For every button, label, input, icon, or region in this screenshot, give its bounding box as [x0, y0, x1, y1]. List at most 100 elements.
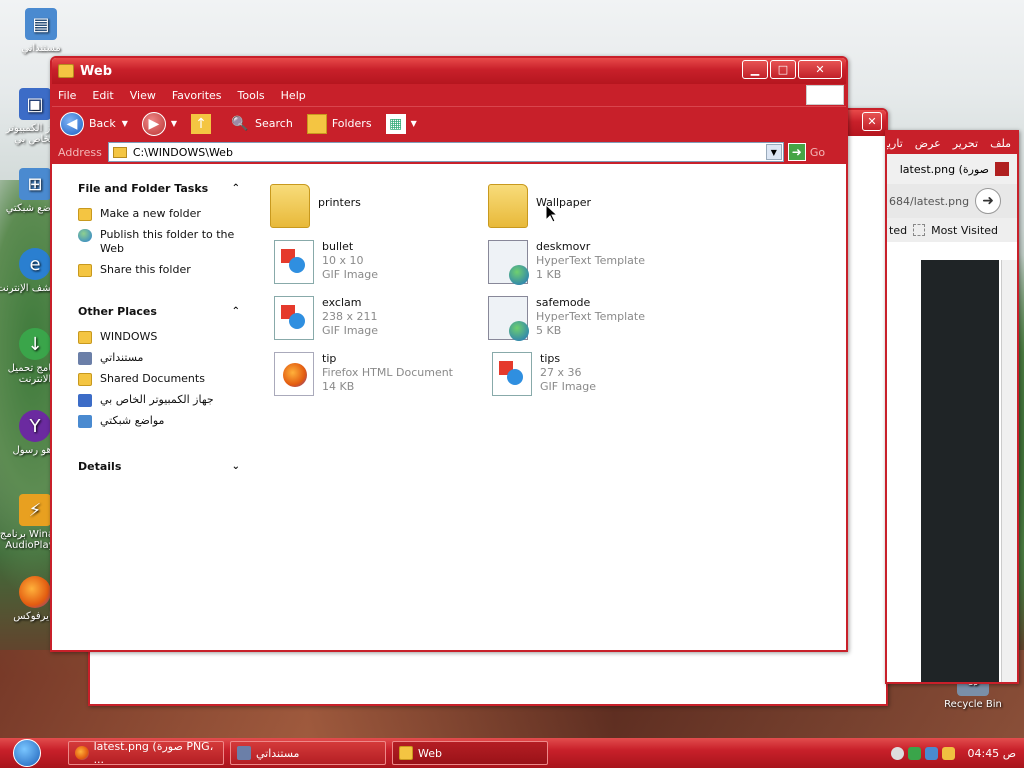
firefox-tab[interactable]: latest.png (صورة [887, 154, 1017, 184]
my-documents-icon [78, 352, 92, 365]
folder-icon [78, 331, 92, 344]
forward-dropdown-icon[interactable]: ▼ [171, 119, 177, 128]
search-icon: 🔍 [231, 115, 249, 132]
download-manager-icon: ↓ [19, 328, 51, 360]
menu-view[interactable]: View [130, 89, 156, 102]
taskbar-item-firefox[interactable]: latest.png (صورة PNG، ... [68, 740, 224, 766]
firefox-document-icon [274, 352, 314, 396]
folder-icon [399, 746, 413, 760]
network-icon [78, 415, 92, 428]
details-header[interactable]: Details ⌄ [78, 460, 240, 473]
back-arrow-icon: ◀ [60, 111, 84, 136]
place-shared-documents[interactable]: Shared Documents [78, 372, 240, 386]
tray-chevron-icon[interactable] [891, 746, 905, 760]
firefox-menu-file[interactable]: ملف [990, 137, 1011, 150]
other-places-section: Other Places ⌃ WINDOWS مستنداتي Shared D… [78, 305, 240, 428]
place-network-places[interactable]: مواضع شبكتي [78, 414, 240, 428]
firefox-urlbar[interactable]: 684/latest.png ➜ [887, 184, 1017, 218]
explorer-window[interactable]: Web ▁ □ ✕ File Edit View Favorites Tools… [50, 56, 848, 652]
go-arrow-icon[interactable]: ➜ [975, 188, 1002, 214]
back-button[interactable]: ◀ Back ▼ [60, 111, 128, 136]
folders-icon [306, 113, 327, 134]
file-list: printers Wallpaper bullet 10 x 10 GIF Im… [270, 174, 846, 650]
menu-file[interactable]: File [58, 89, 76, 102]
firefox-menu-view[interactable]: عرض [915, 137, 941, 150]
collapse-chevron-icon[interactable]: ⌃ [232, 183, 240, 194]
yahoo-messenger-icon: Y [19, 410, 51, 442]
mouse-cursor-icon [546, 205, 558, 223]
menu-favorites[interactable]: Favorites [172, 89, 222, 102]
menu-tools[interactable]: Tools [238, 89, 265, 102]
place-windows[interactable]: WINDOWS [78, 330, 240, 344]
gif-image-icon [492, 352, 532, 396]
task-share-folder[interactable]: Share this folder [78, 263, 240, 277]
taskbar-item-web[interactable]: Web [392, 741, 548, 765]
menu-bar: File Edit View Favorites Tools Help [52, 84, 846, 106]
bookmark-folder-icon [913, 224, 926, 236]
taskbar: latest.png (صورة PNG، ... مستنداتي Web 0… [0, 738, 1024, 768]
forward-button[interactable]: ▶ ▼ [141, 111, 177, 136]
back-dropdown-icon[interactable]: ▼ [122, 119, 128, 128]
file-item-bullet[interactable]: bullet 10 x 10 GIF Image [274, 240, 484, 292]
window-controls: ▁ □ ✕ [742, 60, 842, 79]
other-places-header[interactable]: Other Places ⌃ [78, 305, 240, 318]
computer-icon [78, 394, 92, 407]
file-folder-tasks-header[interactable]: File and Folder Tasks ⌃ [78, 182, 240, 195]
background-close-icon[interactable]: ✕ [862, 112, 882, 131]
task-publish-folder[interactable]: Publish this folder to the Web [78, 228, 240, 256]
tray-network-icon[interactable] [925, 746, 939, 760]
file-item-printers[interactable]: printers [270, 184, 480, 236]
windows-logo-icon [806, 85, 844, 105]
start-button[interactable] [0, 738, 54, 768]
explorer-titlebar[interactable]: Web ▁ □ ✕ [52, 58, 846, 84]
expand-chevron-icon[interactable]: ⌄ [232, 461, 240, 472]
my-documents-icon: ▤ [25, 8, 57, 40]
views-button[interactable]: ▦ ▼ [385, 113, 417, 134]
address-folder-icon [112, 146, 127, 158]
go-arrow-icon: ➜ [787, 143, 806, 161]
gif-image-icon [274, 296, 314, 340]
minimize-icon[interactable]: ▁ [742, 60, 768, 79]
firefox-scrollbar[interactable] [1001, 260, 1017, 682]
windows-start-icon [13, 739, 41, 767]
file-item-exclam[interactable]: exclam 238 x 211 GIF Image [274, 296, 484, 348]
firefox-icon [75, 746, 89, 760]
forward-arrow-icon: ▶ [141, 111, 166, 136]
file-item-tip[interactable]: tip Firefox HTML Document 14 KB [274, 352, 484, 404]
close-icon[interactable]: ✕ [798, 60, 842, 79]
shared-folder-icon [78, 373, 92, 386]
go-button[interactable]: ➜ Go [787, 143, 825, 161]
address-dropdown-icon[interactable]: ▼ [765, 144, 782, 160]
network-places-icon: ⊞ [19, 168, 51, 200]
tray-download-icon[interactable] [908, 746, 922, 760]
folders-button[interactable]: Folders [306, 113, 372, 134]
file-item-tips[interactable]: tips 27 x 36 GIF Image [492, 352, 702, 404]
place-my-documents[interactable]: مستنداتي [78, 351, 240, 365]
menu-edit[interactable]: Edit [92, 89, 113, 102]
place-my-computer[interactable]: جهاز الكمبيوتر الخاص بي [78, 393, 240, 407]
maximize-icon[interactable]: □ [770, 60, 796, 79]
collapse-chevron-icon[interactable]: ⌃ [232, 306, 240, 317]
file-item-wallpaper[interactable]: Wallpaper [488, 184, 698, 236]
views-icon: ▦ [385, 113, 406, 134]
firefox-window[interactable]: تاريخ عرض تحرير ملف latest.png (صورة 684… [885, 130, 1019, 684]
file-item-safemode[interactable]: safemode HyperText Template 5 KB [488, 296, 698, 348]
my-documents-icon [237, 746, 251, 760]
toolbar: ◀ Back ▼ ▶ ▼ ↑ 🔍 Search Folders ▦ ▼ [52, 106, 846, 140]
tray-safely-remove-icon[interactable] [942, 746, 956, 760]
address-input[interactable]: C:\WINDOWS\Web ▼ [107, 142, 784, 162]
explorer-content: File and Folder Tasks ⌃ Make a new folde… [52, 166, 846, 650]
firefox-bookmarks-bar: ted Most Visited [887, 218, 1017, 242]
menu-help[interactable]: Help [281, 89, 306, 102]
search-button[interactable]: 🔍 Search [230, 114, 293, 134]
firefox-menu-history[interactable]: تاريخ [887, 137, 903, 150]
up-folder-button[interactable]: ↑ [191, 113, 216, 134]
desktop-icon-my-documents[interactable]: ▤ مستنداتي [2, 8, 80, 54]
task-make-new-folder[interactable]: Make a new folder [78, 207, 240, 221]
views-dropdown-icon: ▼ [410, 119, 417, 128]
taskbar-item-my-documents[interactable]: مستنداتي [230, 741, 386, 765]
firefox-menu-edit[interactable]: تحرير [953, 137, 978, 150]
clock[interactable]: 04:45 ص [967, 747, 1016, 760]
address-label: Address [58, 145, 102, 159]
file-item-deskmovr[interactable]: deskmovr HyperText Template 1 KB [488, 240, 698, 292]
